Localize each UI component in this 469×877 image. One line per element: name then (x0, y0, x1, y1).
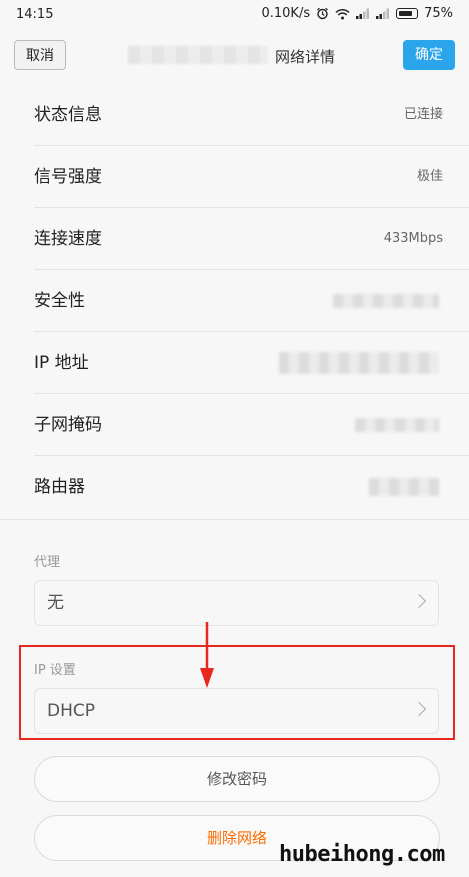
detail-row-router: 路由器 (0, 456, 469, 518)
detail-row-speed: 连接速度 433Mbps (0, 208, 469, 270)
detail-row-status: 状态信息 已连接 (0, 84, 469, 146)
signal-icon (376, 8, 390, 19)
annotation-arrow-icon (200, 622, 214, 688)
modify-password-button[interactable]: 修改密码 (34, 756, 440, 802)
battery-percent: 75% (424, 6, 453, 21)
redacted-value (279, 352, 439, 374)
detail-label: 安全性 (34, 291, 85, 311)
wifi-icon (335, 8, 350, 19)
proxy-select[interactable]: 无 (34, 580, 439, 626)
network-speed: 0.10K/s (261, 6, 311, 21)
status-time: 14:15 (16, 7, 54, 22)
signal-icon (356, 8, 370, 19)
status-icons: 0.10K/s 75% (261, 6, 453, 21)
alarm-icon (317, 7, 328, 20)
proxy-section-label: 代理 (34, 555, 61, 570)
redacted-value (355, 418, 439, 432)
divider (0, 519, 469, 520)
chevron-right-icon (411, 593, 427, 609)
detail-value: 极佳 (416, 169, 443, 184)
detail-value: 已连接 (403, 107, 443, 122)
redacted-value (369, 478, 439, 496)
detail-row-ip: IP 地址 (0, 332, 469, 394)
detail-label: 连接速度 (34, 229, 102, 249)
confirm-button[interactable]: 确定 (403, 40, 455, 70)
battery-icon (396, 8, 419, 19)
network-details-list: 状态信息 已连接 信号强度 极佳 连接速度 433Mbps 安全性 IP 地址 … (0, 84, 469, 518)
cancel-button[interactable]: 取消 (14, 40, 66, 70)
watermark: hubeihong.com (279, 842, 445, 867)
detail-label: 信号强度 (34, 167, 102, 187)
network-name-redacted (128, 46, 268, 64)
detail-label: 状态信息 (34, 105, 102, 125)
highlight-box (19, 645, 455, 740)
page-title: 网络详情 (275, 48, 336, 66)
detail-label: IP 地址 (34, 353, 89, 373)
redacted-value (333, 294, 439, 308)
detail-label: 子网掩码 (34, 415, 102, 435)
detail-label: 路由器 (34, 477, 85, 497)
detail-value: 433Mbps (383, 231, 443, 246)
proxy-value: 无 (47, 593, 64, 613)
detail-row-security: 安全性 (0, 270, 469, 332)
title-bar: 取消 网络详情 确定 (0, 30, 469, 82)
detail-row-subnet: 子网掩码 (0, 394, 469, 456)
status-bar: 14:15 0.10K/s 75% (0, 0, 469, 30)
detail-row-signal: 信号强度 极佳 (0, 146, 469, 208)
